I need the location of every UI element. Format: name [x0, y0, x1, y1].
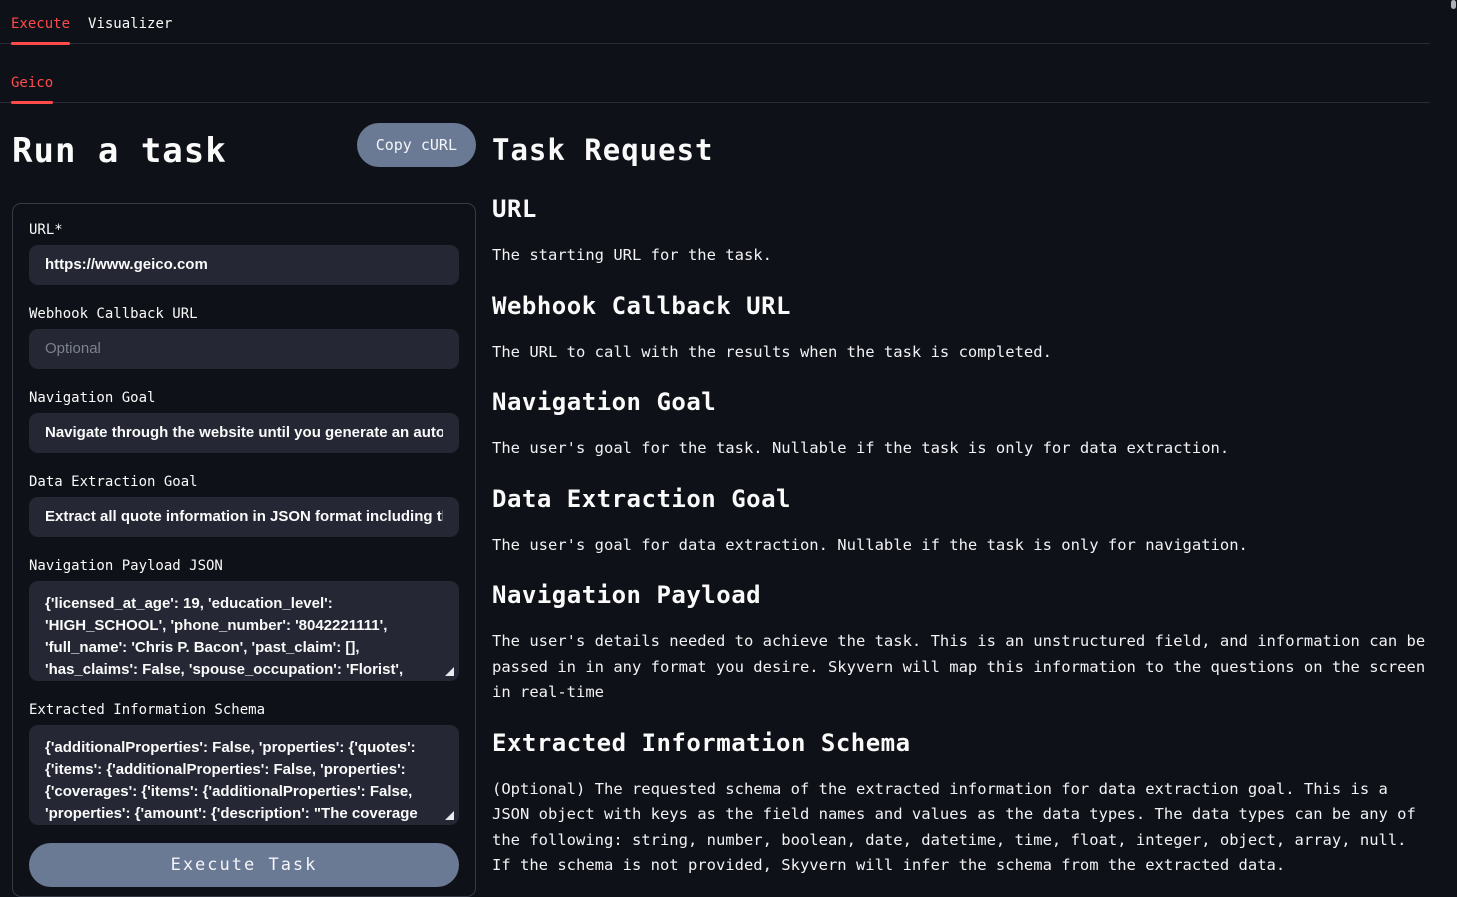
- doc-heading-extracted-schema: Extracted Information Schema: [492, 729, 1430, 757]
- navigation-payload-label: Navigation Payload JSON: [29, 558, 459, 574]
- run-task-panel: Run a task Copy cURL URL* Webhook Callba…: [12, 103, 476, 897]
- tab-visualizer[interactable]: Visualizer: [88, 16, 172, 43]
- execute-task-button[interactable]: Execute Task: [29, 843, 459, 887]
- doc-body-data-extraction-goal: The user's goal for data extraction. Nul…: [492, 533, 1430, 559]
- task-form: URL* Webhook Callback URL Navigation Goa…: [12, 203, 476, 897]
- url-input[interactable]: [29, 245, 459, 285]
- doc-body-url: The starting URL for the task.: [492, 243, 1430, 269]
- tab-execute[interactable]: Execute: [11, 16, 70, 43]
- data-extraction-goal-input[interactable]: [29, 497, 459, 537]
- doc-heading-url: URL: [492, 195, 1430, 223]
- doc-title: Task Request: [492, 133, 1430, 167]
- doc-heading-navigation-goal: Navigation Goal: [492, 388, 1430, 416]
- textarea-resize-handle[interactable]: [445, 811, 454, 820]
- field-extracted-schema: Extracted Information Schema {'additiona…: [29, 702, 459, 825]
- field-webhook: Webhook Callback URL: [29, 306, 459, 369]
- copy-curl-button[interactable]: Copy cURL: [357, 123, 476, 167]
- navigation-payload-textarea[interactable]: {'licensed_at_age': 19, 'education_level…: [29, 581, 459, 681]
- data-extraction-goal-label: Data Extraction Goal: [29, 474, 459, 490]
- page-title: Run a task: [12, 131, 227, 172]
- field-navigation-payload: Navigation Payload JSON {'licensed_at_ag…: [29, 558, 459, 681]
- extracted-schema-label: Extracted Information Schema: [29, 702, 459, 718]
- navigation-goal-label: Navigation Goal: [29, 390, 459, 406]
- doc-body-extracted-schema: (Optional) The requested schema of the e…: [492, 777, 1430, 879]
- task-request-doc: Task Request URL The starting URL for th…: [476, 103, 1430, 879]
- url-label: URL*: [29, 222, 459, 238]
- tab-geico[interactable]: Geico: [11, 75, 53, 102]
- main-tab-bar: Execute Visualizer: [0, 0, 1430, 44]
- doc-heading-webhook: Webhook Callback URL: [492, 292, 1430, 320]
- sub-tab-bar: Geico: [0, 75, 1430, 103]
- vertical-scrollbar-thumb[interactable]: [1451, 0, 1456, 9]
- doc-body-navigation-payload: The user's details needed to achieve the…: [492, 629, 1430, 706]
- main-content: Run a task Copy cURL URL* Webhook Callba…: [0, 103, 1457, 897]
- navigation-goal-input[interactable]: [29, 413, 459, 453]
- field-url: URL*: [29, 222, 459, 285]
- textarea-resize-handle[interactable]: [445, 667, 454, 676]
- webhook-label: Webhook Callback URL: [29, 306, 459, 322]
- field-navigation-goal: Navigation Goal: [29, 390, 459, 453]
- extracted-schema-textarea[interactable]: {'additionalProperties': False, 'propert…: [29, 725, 459, 825]
- doc-body-webhook: The URL to call with the results when th…: [492, 340, 1430, 366]
- doc-heading-navigation-payload: Navigation Payload: [492, 581, 1430, 609]
- webhook-input[interactable]: [29, 329, 459, 369]
- doc-body-navigation-goal: The user's goal for the task. Nullable i…: [492, 436, 1430, 462]
- field-data-extraction-goal: Data Extraction Goal: [29, 474, 459, 537]
- doc-heading-data-extraction-goal: Data Extraction Goal: [492, 485, 1430, 513]
- run-task-header: Run a task Copy cURL: [12, 123, 476, 172]
